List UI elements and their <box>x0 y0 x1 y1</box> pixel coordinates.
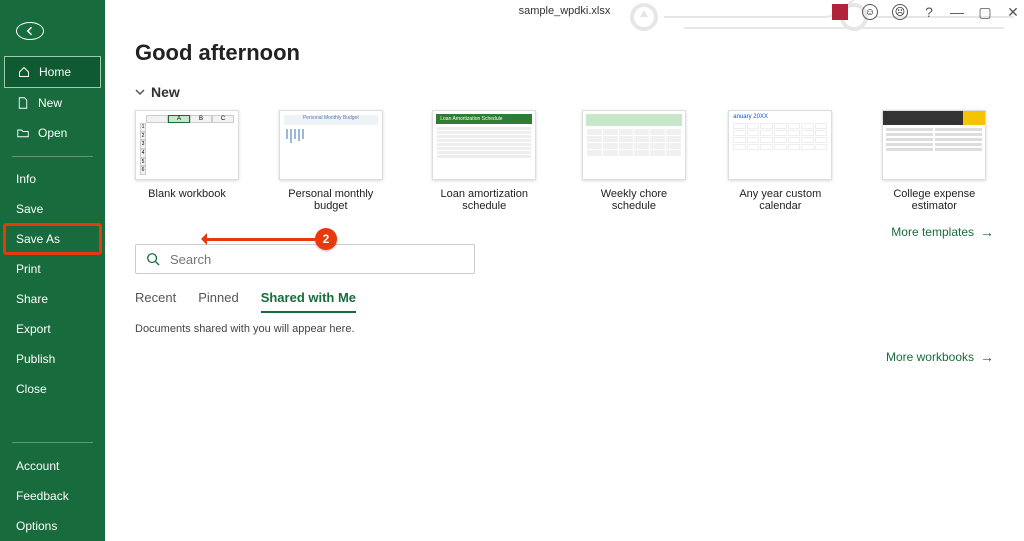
template-thumb-budget: Personal Monthly Budget <box>279 110 383 180</box>
nav-print-label: Print <box>16 262 41 276</box>
window-minimize[interactable]: — <box>950 5 964 19</box>
open-icon <box>16 126 30 140</box>
template-label: College expense estimator <box>875 188 994 212</box>
nav-close[interactable]: Close <box>4 374 101 404</box>
template-blank-workbook[interactable]: ABC 123456 Blank workbook <box>135 110 239 212</box>
nav-save-as-label: Save As <box>16 232 60 246</box>
template-any-year-calendar[interactable]: anuary 20XX Any year custom calendar <box>722 110 839 212</box>
template-college-expense[interactable]: College expense estimator <box>875 110 994 212</box>
template-loan-amortization[interactable]: Loan Amortization Schedule Loan amortiza… <box>423 110 546 212</box>
nav-account[interactable]: Account <box>4 451 101 481</box>
nav-new-label: New <box>38 96 62 110</box>
nav-share-label: Share <box>16 292 48 306</box>
more-workbooks-link[interactable]: More workbooks → <box>135 349 994 365</box>
nav-new[interactable]: New <box>4 88 101 118</box>
backstage-main: sample_wpdki.xlsx ☺ ☹ ? — ▢ ✕ Good after… <box>105 0 1024 541</box>
nav-publish[interactable]: Publish <box>4 344 101 374</box>
greeting-heading: Good afternoon <box>135 40 994 66</box>
nav-save[interactable]: Save <box>4 194 101 224</box>
more-templates-label: More templates <box>891 225 974 239</box>
more-workbooks-label: More workbooks <box>886 350 974 364</box>
template-label: Loan amortization schedule <box>423 188 546 212</box>
nav-home[interactable]: Home <box>4 56 101 88</box>
new-section-header[interactable]: New <box>135 84 994 100</box>
window-controls: ☺ ☹ ? — ▢ ✕ <box>832 4 1020 20</box>
more-templates-link[interactable]: More templates → <box>135 224 994 240</box>
template-thumb-blank: ABC 123456 <box>135 110 239 180</box>
document-filename: sample_wpdki.xlsx <box>519 5 611 17</box>
nav-export-label: Export <box>16 322 51 336</box>
recent-tabs: Recent Pinned Shared with Me <box>135 290 994 313</box>
back-button[interactable] <box>16 22 44 40</box>
nav-save-label: Save <box>16 202 43 216</box>
account-avatar[interactable] <box>832 4 848 20</box>
template-thumb-chore <box>582 110 686 180</box>
nav-print[interactable]: Print <box>4 254 101 284</box>
nav-home-label: Home <box>39 65 71 79</box>
nav-info-label: Info <box>16 172 36 186</box>
template-label: Weekly chore schedule <box>582 188 686 212</box>
nav-feedback-label: Feedback <box>16 489 69 503</box>
nav-feedback[interactable]: Feedback <box>4 481 101 511</box>
nav-account-label: Account <box>16 459 59 473</box>
back-arrow-icon <box>24 25 36 37</box>
tab-shared-with-me[interactable]: Shared with Me <box>261 290 356 313</box>
arrow-right-icon: → <box>980 349 994 365</box>
template-label: Personal monthly budget <box>275 188 387 212</box>
new-section-label: New <box>151 84 180 100</box>
backstage-sidebar: Home New Open Info Save Save As Print Sh… <box>0 0 105 541</box>
template-personal-monthly-budget[interactable]: Personal Monthly Budget Personal monthly… <box>275 110 387 212</box>
nav-share[interactable]: Share <box>4 284 101 314</box>
nav-info[interactable]: Info <box>4 164 101 194</box>
template-thumb-loan: Loan Amortization Schedule <box>432 110 536 180</box>
nav-close-label: Close <box>16 382 47 396</box>
titlebar: sample_wpdki.xlsx ☺ ☹ ? — ▢ ✕ <box>105 0 1024 22</box>
tab-recent[interactable]: Recent <box>135 290 176 313</box>
nav-open-label: Open <box>38 126 67 140</box>
template-label: Blank workbook <box>148 188 226 200</box>
sidebar-divider-1 <box>12 156 93 157</box>
template-thumb-calendar: anuary 20XX <box>728 110 832 180</box>
search-input[interactable] <box>170 252 464 267</box>
feedback-frown-icon[interactable]: ☹ <box>892 4 908 20</box>
home-icon <box>17 65 31 79</box>
nav-export[interactable]: Export <box>4 314 101 344</box>
new-icon <box>16 96 30 110</box>
chevron-down-icon <box>135 87 145 97</box>
nav-open[interactable]: Open <box>4 118 101 148</box>
shared-empty-message: Documents shared with you will appear he… <box>135 323 994 335</box>
window-restore[interactable]: ▢ <box>978 5 992 19</box>
arrow-right-icon: → <box>980 224 994 240</box>
template-thumb-college <box>882 110 986 180</box>
tab-pinned[interactable]: Pinned <box>198 290 238 313</box>
nav-options-label: Options <box>16 519 57 533</box>
nav-options[interactable]: Options <box>4 511 101 541</box>
template-gallery: ABC 123456 Blank workbook Personal Month… <box>135 110 994 212</box>
nav-save-as[interactable]: Save As <box>4 224 101 254</box>
template-weekly-chore[interactable]: Weekly chore schedule <box>582 110 686 212</box>
window-close[interactable]: ✕ <box>1006 5 1020 19</box>
feedback-smile-icon[interactable]: ☺ <box>862 4 878 20</box>
template-label: Any year custom calendar <box>722 188 839 212</box>
search-icon <box>146 252 160 266</box>
nav-publish-label: Publish <box>16 352 55 366</box>
sidebar-divider-2 <box>12 442 93 443</box>
help-button[interactable]: ? <box>922 5 936 19</box>
search-box[interactable] <box>135 244 475 274</box>
